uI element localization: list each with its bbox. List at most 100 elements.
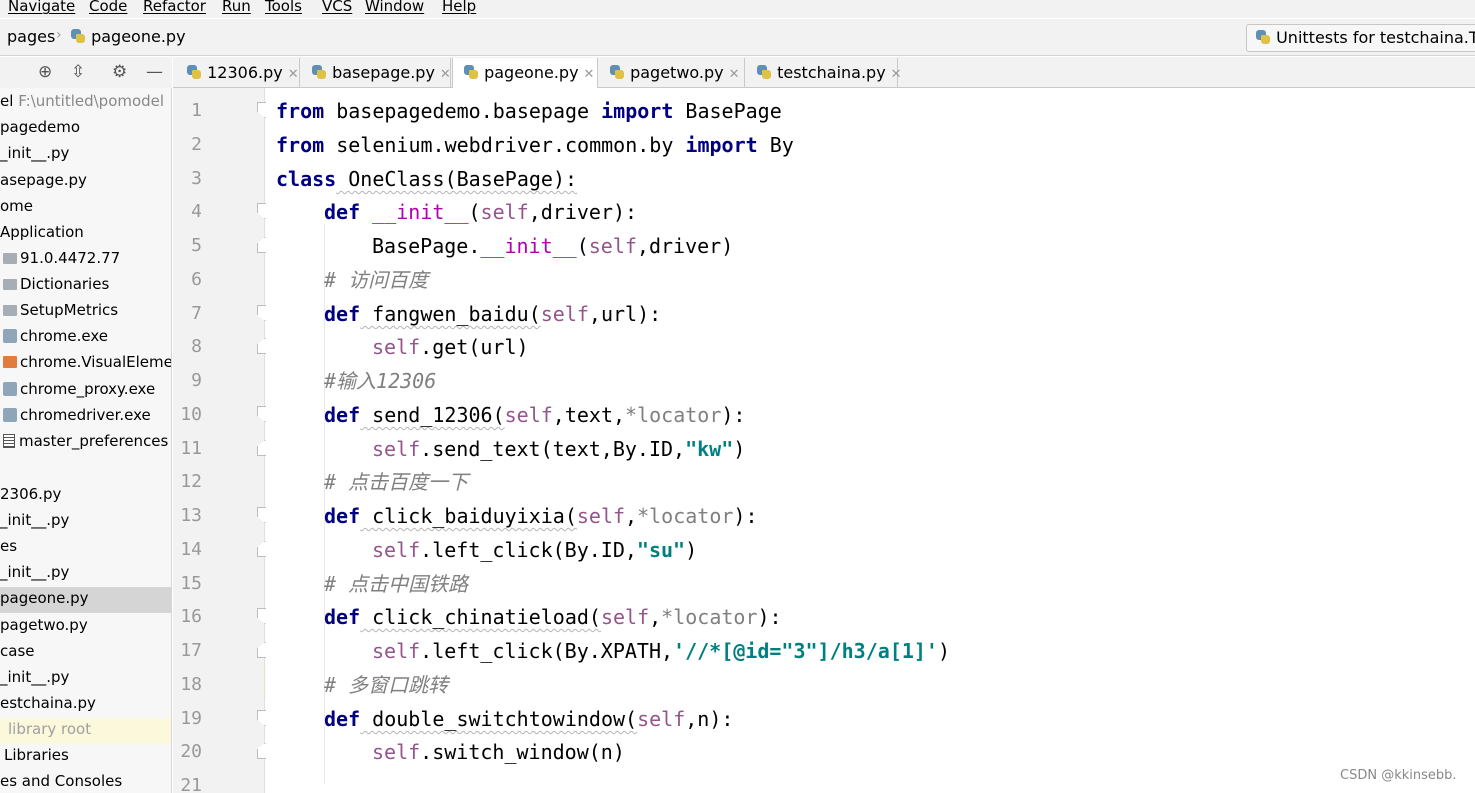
menu-run[interactable]: Run (222, 0, 251, 15)
hide-icon[interactable]: — (146, 62, 163, 82)
tree-row[interactable]: case (0, 640, 171, 666)
close-icon[interactable]: ✕ (729, 67, 740, 82)
code-editor[interactable]: from basepagedemo.basepage import BasePa… (266, 88, 1475, 793)
tree-label: estchaina.py (0, 694, 96, 712)
line-number: 15 (180, 573, 202, 594)
tree-row-root[interactable]: el F:\untitled\pomodel (0, 90, 171, 116)
tree-row[interactable]: chromedriver.exe (0, 404, 171, 430)
tree-row[interactable]: Application (0, 221, 171, 247)
line-number: 8 (191, 336, 202, 357)
menu-vcs[interactable]: VCS (322, 0, 352, 15)
tree-row[interactable]: 91.0.4472.77 (0, 247, 171, 273)
tree-row[interactable]: _init__.py (0, 509, 171, 535)
tree-row[interactable]: pagetwo.py (0, 614, 171, 640)
tab-label: basepage.py (332, 63, 435, 82)
line-number: 6 (191, 269, 202, 290)
tree-row[interactable]: _init__.py (0, 142, 171, 168)
tree-row[interactable]: SetupMetrics (0, 299, 171, 325)
code-token: self (588, 234, 637, 258)
line-number: 14 (180, 539, 202, 560)
tree-row-selected[interactable]: pageone.py (0, 587, 171, 613)
menu-navigate[interactable]: Navigate (8, 0, 75, 15)
tree-label: chrome.exe (20, 327, 108, 345)
code-token: send_12306( (360, 403, 505, 427)
tree-row[interactable]: 2306.py (0, 483, 171, 509)
tab-12306[interactable]: 12306.py ✕ (176, 58, 300, 88)
tree-label: es (0, 537, 18, 555)
tab-basepage[interactable]: basepage.py ✕ (301, 58, 451, 88)
code-line-1: from basepagedemo.basepage import BasePa… (276, 94, 782, 128)
tree-row[interactable]: es (0, 535, 171, 561)
tab-testchaina[interactable]: testchaina.py ✕ (746, 58, 902, 88)
line-number: 10 (180, 404, 202, 425)
tab-pageone[interactable]: pageone.py ✕ (452, 58, 598, 89)
tree-row[interactable]: master_preferences (0, 430, 171, 456)
menu-window[interactable]: Window (365, 0, 424, 15)
text-file-icon (3, 434, 15, 448)
tree-row-libraries[interactable]: Libraries (0, 744, 171, 770)
tree-label: library root (8, 720, 92, 738)
line-number: 12 (180, 471, 202, 492)
close-icon[interactable]: ✕ (288, 67, 299, 82)
code-token: .send_text(text,By.ID, (420, 437, 686, 461)
breadcrumb-file[interactable]: pageone.py (70, 27, 186, 46)
breadcrumb-file-label: pageone.py (91, 27, 186, 46)
code-token: ): (757, 605, 782, 629)
code-line-14: self.left_click(By.ID,"su") (372, 533, 697, 567)
tree-row-library-root[interactable]: library root (0, 718, 171, 744)
tree-row[interactable]: estchaina.py (0, 692, 171, 718)
executable-icon (3, 329, 17, 343)
code-token: *locator (637, 504, 734, 528)
python-file-icon (186, 64, 202, 80)
tree-row[interactable]: pagedemo (0, 116, 171, 142)
unittest-icon (1255, 29, 1271, 45)
code-token: "kw" (685, 437, 734, 461)
tree-row[interactable]: _init__.py (0, 561, 171, 587)
tree-label: pageone.py (0, 589, 89, 607)
line-number: 11 (180, 438, 202, 459)
menu-refactor[interactable]: Refactor (143, 0, 206, 15)
code-token: .get(url) (420, 335, 529, 359)
code-token: *locator (625, 403, 722, 427)
close-icon[interactable]: ✕ (440, 67, 451, 82)
code-token: self (576, 504, 626, 528)
run-configuration-select[interactable]: Unittests for testchaina.Test (1246, 24, 1475, 52)
tab-label: 12306.py (207, 63, 283, 82)
tree-row-consoles[interactable]: es and Consoles (0, 770, 171, 793)
tree-row[interactable]: chrome.VisualElemen (0, 351, 171, 377)
breadcrumb-separator-icon: › (56, 27, 62, 43)
code-token: ): (721, 403, 746, 427)
tree-row[interactable]: ome (0, 195, 171, 221)
gear-icon[interactable]: ⚙ (112, 62, 127, 82)
menu-tools[interactable]: Tools (265, 0, 302, 15)
tree-row[interactable]: chrome_proxy.exe (0, 378, 171, 404)
tree-row[interactable]: _init__.py (0, 666, 171, 692)
code-token: .left_click(By.XPATH, (420, 639, 674, 663)
code-token: def (324, 302, 361, 326)
code-line-17: self.left_click(By.XPATH,'//*[@id="3"]/h… (372, 634, 950, 668)
code-token: ,url): (588, 302, 662, 326)
locate-icon[interactable]: ⊕ (38, 62, 52, 82)
collapse-all-icon[interactable]: ⇳ (71, 62, 85, 82)
close-icon[interactable]: ✕ (891, 67, 902, 82)
code-line-10: def send_12306(self,text,*locator): (324, 398, 745, 432)
tree-label: pagetwo.py (0, 616, 88, 634)
code-token: def (324, 200, 361, 224)
menu-code[interactable]: Code (89, 0, 127, 15)
tab-pagetwo[interactable]: pagetwo.py ✕ (599, 58, 745, 88)
line-number: 16 (180, 606, 202, 627)
tree-row[interactable]: chrome.exe (0, 325, 171, 351)
breadcrumb-folder[interactable]: pages (7, 27, 55, 46)
code-line-20: self.switch_window(n) (372, 735, 625, 769)
tab-label: testchaina.py (777, 63, 886, 82)
tree-row[interactable]: Dictionaries (0, 273, 171, 299)
line-number: 7 (191, 303, 202, 324)
code-token: fangwen_baidu( (360, 302, 541, 326)
code-token: import (601, 99, 674, 123)
menu-help[interactable]: Help (442, 0, 476, 15)
code-token: ,text, (552, 403, 626, 427)
tree-label: SetupMetrics (20, 301, 119, 319)
tree-label: case (0, 642, 35, 660)
tree-row[interactable]: asepage.py (0, 169, 171, 195)
close-icon[interactable]: ✕ (584, 67, 595, 82)
